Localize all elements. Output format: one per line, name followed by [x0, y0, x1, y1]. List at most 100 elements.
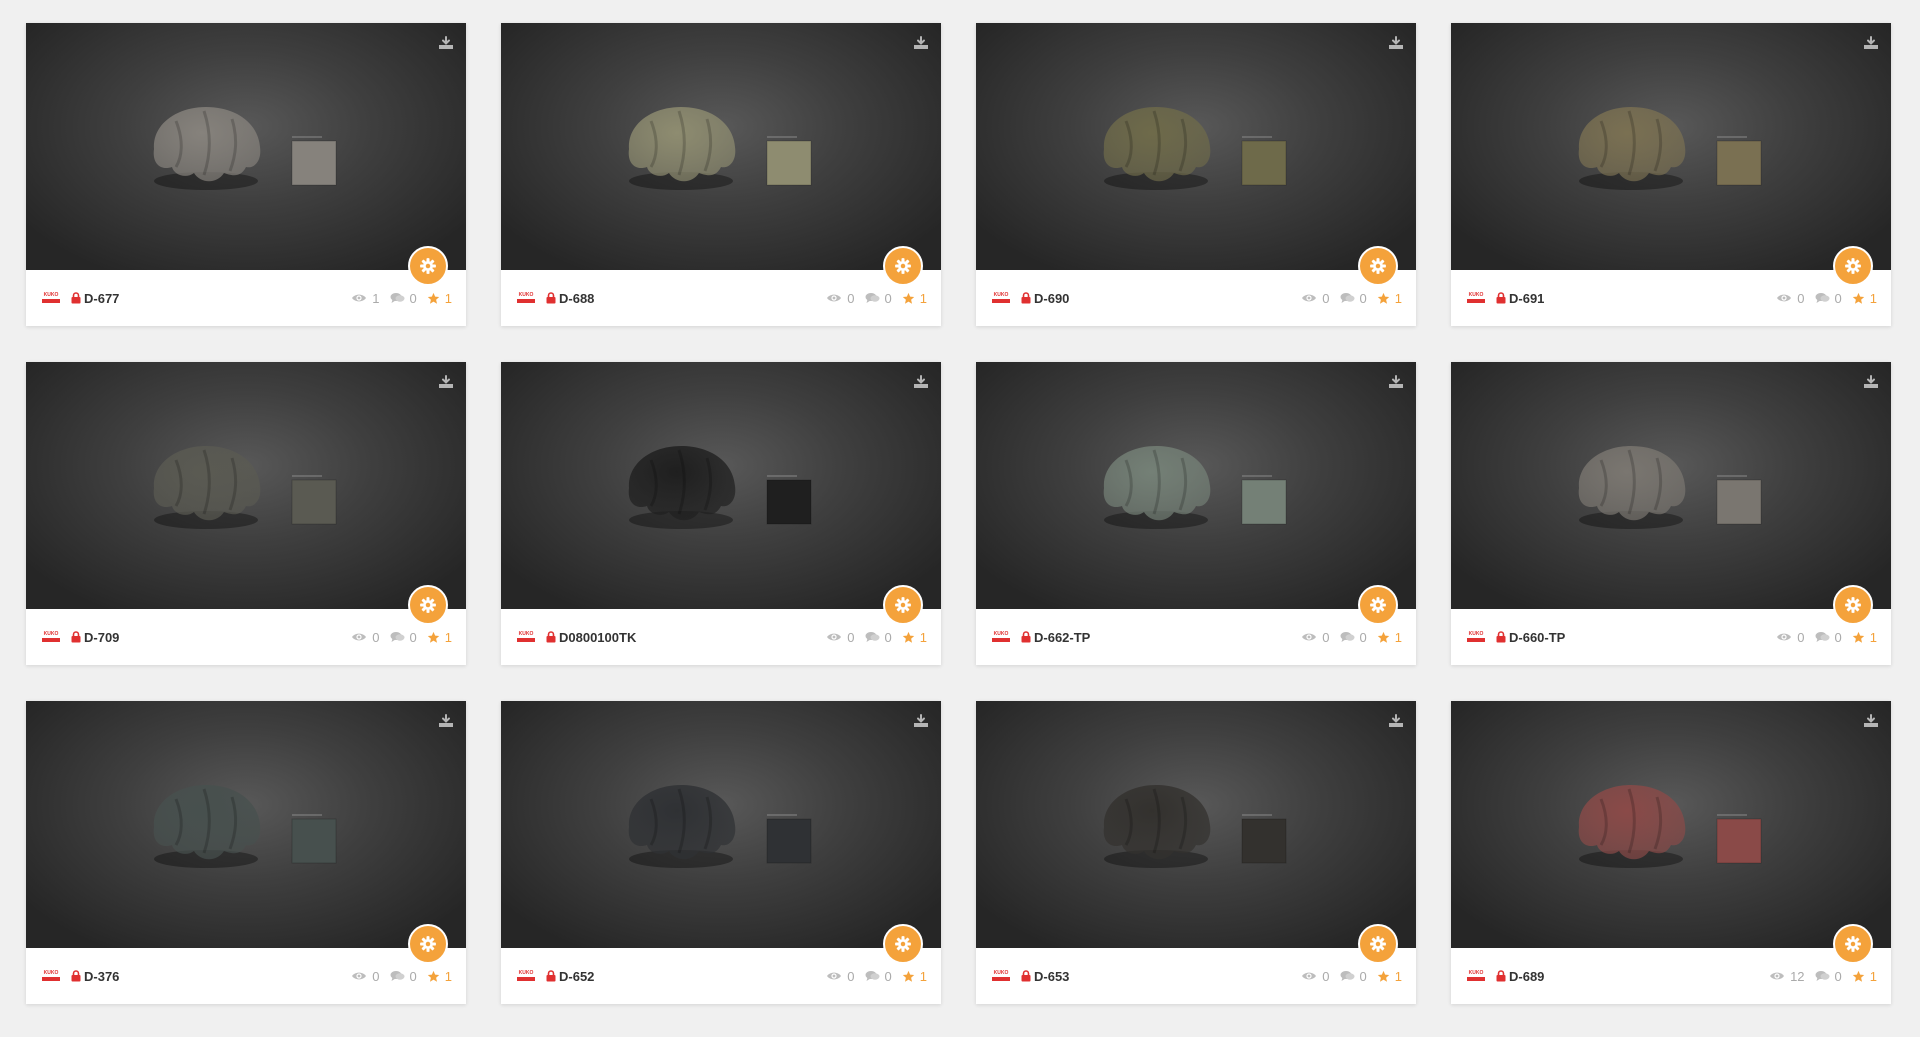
settings-button[interactable] [1833, 246, 1873, 286]
material-card[interactable]: KUKO D-691 0 0 1 [1451, 23, 1891, 326]
favorites-count[interactable]: 1 [1377, 969, 1402, 984]
comment-icon [1340, 971, 1355, 981]
fabric-render-image [628, 785, 812, 868]
settings-button[interactable] [883, 246, 923, 286]
material-title[interactable]: D-691 [1509, 291, 1544, 306]
brand-logo-text: KUKO [43, 292, 59, 298]
settings-button[interactable] [883, 924, 923, 964]
settings-button[interactable] [1833, 924, 1873, 964]
favorites-count[interactable]: 1 [1377, 291, 1402, 306]
material-card[interactable]: KUKO D-688 0 0 1 [501, 23, 941, 326]
favorites-count[interactable]: 1 [1377, 630, 1402, 645]
material-preview[interactable] [501, 362, 941, 609]
material-title[interactable]: D-376 [84, 969, 119, 984]
material-title[interactable]: D-662-TP [1034, 630, 1090, 645]
material-title[interactable]: D-688 [559, 291, 594, 306]
material-preview[interactable] [26, 23, 466, 270]
settings-button[interactable] [1358, 585, 1398, 625]
material-card[interactable]: KUKO D-376 0 0 1 [26, 701, 466, 1004]
material-card[interactable]: KUKO D-689 12 0 1 [1451, 701, 1891, 1004]
download-button[interactable] [911, 711, 931, 731]
comments-count: 0 [390, 630, 417, 645]
settings-button[interactable] [408, 585, 448, 625]
material-preview[interactable] [501, 701, 941, 948]
download-button[interactable] [1386, 33, 1406, 53]
material-preview[interactable] [26, 701, 466, 948]
material-card[interactable]: KUKO D-709 0 0 1 [26, 362, 466, 665]
material-title[interactable]: D-660-TP [1509, 630, 1565, 645]
comment-icon [1340, 632, 1355, 642]
material-title[interactable]: D-677 [84, 291, 119, 306]
download-button[interactable] [436, 711, 456, 731]
material-title[interactable]: D-690 [1034, 291, 1069, 306]
material-card[interactable]: KUKO D0800100TK 0 0 1 [501, 362, 941, 665]
fabric-render-image [153, 446, 337, 529]
card-stats: 0 0 1 [1766, 630, 1877, 645]
star-icon [1852, 631, 1864, 643]
views-count: 0 [826, 969, 855, 984]
settings-button[interactable] [408, 246, 448, 286]
favorites-count[interactable]: 1 [427, 291, 452, 306]
download-button[interactable] [1861, 33, 1881, 53]
download-icon [914, 375, 928, 388]
settings-button[interactable] [1833, 585, 1873, 625]
download-button[interactable] [436, 372, 456, 392]
material-preview[interactable] [1451, 23, 1891, 270]
favorites-count[interactable]: 1 [427, 630, 452, 645]
comment-icon [1815, 632, 1830, 642]
download-icon [1389, 375, 1403, 388]
settings-button[interactable] [883, 585, 923, 625]
settings-button[interactable] [1358, 924, 1398, 964]
favorites-count[interactable]: 1 [902, 630, 927, 645]
comments-count: 0 [1340, 291, 1367, 306]
favorites-count[interactable]: 1 [1852, 969, 1877, 984]
material-title[interactable]: D-653 [1034, 969, 1069, 984]
material-preview[interactable] [976, 362, 1416, 609]
material-title[interactable]: D-689 [1509, 969, 1544, 984]
download-button[interactable] [1386, 711, 1406, 731]
material-title[interactable]: D-709 [84, 630, 119, 645]
material-grid: KUKO D-677 1 0 1 KUKO D-688 0 0 1 KUKO D… [26, 23, 1891, 1004]
eye-icon [1302, 972, 1317, 980]
fabric-render-image [628, 107, 812, 190]
views-count: 0 [1776, 630, 1805, 645]
comments-count: 0 [390, 291, 417, 306]
comments-count: 0 [865, 630, 892, 645]
brand-logo: KUKO [41, 291, 61, 305]
favorites-count[interactable]: 1 [902, 291, 927, 306]
gear-icon [1370, 936, 1386, 952]
card-stats: 0 0 1 [341, 630, 452, 645]
favorites-count[interactable]: 1 [427, 969, 452, 984]
download-button[interactable] [1861, 372, 1881, 392]
comments-count: 0 [865, 969, 892, 984]
favorites-count[interactable]: 1 [1852, 291, 1877, 306]
brand-logo-text: KUKO [1468, 970, 1484, 976]
material-card[interactable]: KUKO D-690 0 0 1 [976, 23, 1416, 326]
material-preview[interactable] [1451, 362, 1891, 609]
material-preview[interactable] [501, 23, 941, 270]
material-card[interactable]: KUKO D-653 0 0 1 [976, 701, 1416, 1004]
material-preview[interactable] [976, 701, 1416, 948]
fabric-render-image [1103, 446, 1287, 529]
settings-button[interactable] [408, 924, 448, 964]
material-card[interactable]: KUKO D-652 0 0 1 [501, 701, 941, 1004]
views-count: 12 [1769, 969, 1805, 984]
material-card[interactable]: KUKO D-677 1 0 1 [26, 23, 466, 326]
material-preview[interactable] [26, 362, 466, 609]
favorites-count[interactable]: 1 [1852, 630, 1877, 645]
material-preview[interactable] [1451, 701, 1891, 948]
settings-button[interactable] [1358, 246, 1398, 286]
download-button[interactable] [1386, 372, 1406, 392]
download-button[interactable] [911, 33, 931, 53]
material-card[interactable]: KUKO D-662-TP 0 0 1 [976, 362, 1416, 665]
material-card[interactable]: KUKO D-660-TP 0 0 1 [1451, 362, 1891, 665]
material-title[interactable]: D-652 [559, 969, 594, 984]
download-button[interactable] [1861, 711, 1881, 731]
material-preview[interactable] [976, 23, 1416, 270]
lock-icon [71, 970, 81, 982]
download-button[interactable] [911, 372, 931, 392]
download-button[interactable] [436, 33, 456, 53]
material-title[interactable]: D0800100TK [559, 630, 636, 645]
favorites-count[interactable]: 1 [902, 969, 927, 984]
lock-icon [1021, 292, 1031, 304]
